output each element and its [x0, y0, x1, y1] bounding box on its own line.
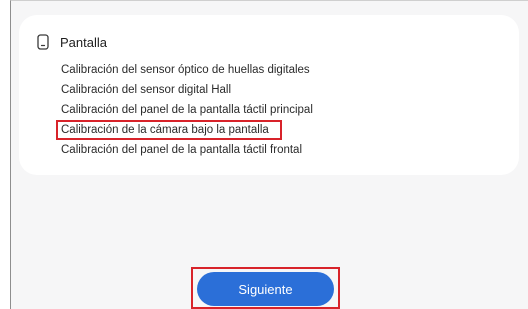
frame: Pantalla Calibración del sensor óptico d…	[0, 0, 528, 309]
list-item-hall-sensor[interactable]: Calibración del sensor digital Hall	[61, 80, 313, 100]
list-item-fingerprint-sensor[interactable]: Calibración del sensor óptico de huellas…	[61, 60, 313, 80]
list-item-under-display-camera[interactable]: Calibración de la cámara bajo la pantall…	[56, 120, 313, 140]
next-button[interactable]: Siguiente	[197, 272, 334, 306]
calibration-card: Pantalla Calibración del sensor óptico d…	[19, 15, 519, 175]
screen: Pantalla Calibración del sensor óptico d…	[10, 0, 528, 309]
list-item-main-touch-panel[interactable]: Calibración del panel de la pantalla tác…	[61, 100, 313, 120]
phone-icon	[37, 34, 49, 50]
section-title: Pantalla	[60, 34, 107, 50]
calibration-list: Calibración del sensor óptico de huellas…	[56, 60, 313, 160]
list-item-front-touch-panel[interactable]: Calibración del panel de la pantalla tác…	[61, 140, 313, 160]
section-header: Pantalla	[37, 33, 107, 51]
